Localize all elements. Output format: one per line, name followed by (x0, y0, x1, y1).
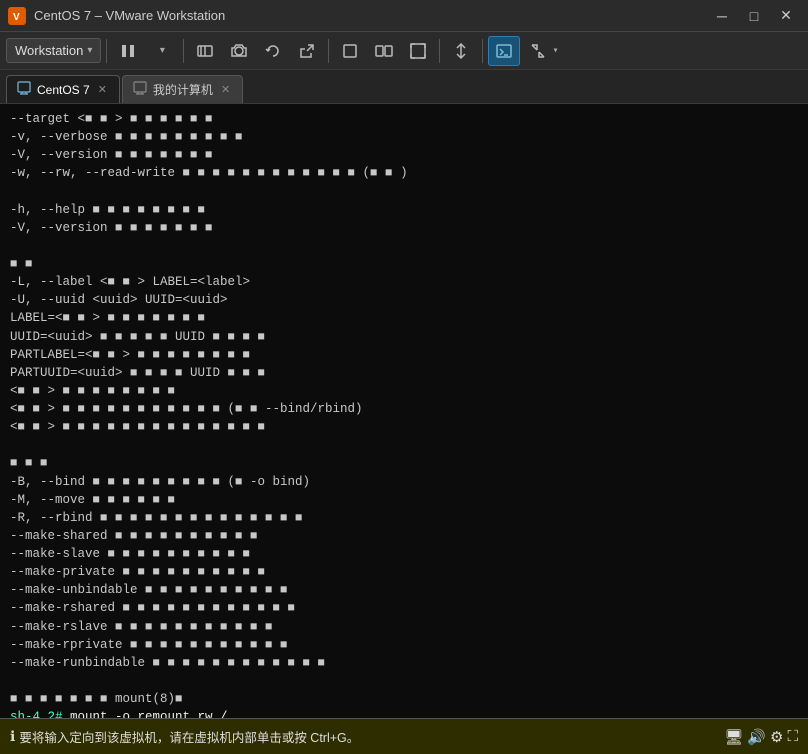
usb-icon[interactable]: ⚙ (770, 728, 783, 746)
toolbar-separator-1 (106, 39, 107, 63)
tab-centos7-close[interactable]: ✕ (96, 82, 109, 97)
terminal-line: --make-slave ■ ■ ■ ■ ■ ■ ■ ■ ■ ■ (10, 545, 798, 563)
stretch-guest-button[interactable] (445, 36, 477, 66)
send-ctrl-alt-del-button[interactable] (189, 36, 221, 66)
terminal-line: --make-rprivate ■ ■ ■ ■ ■ ■ ■ ■ ■ ■ ■ (10, 636, 798, 654)
network-icon[interactable]: 🖥 (724, 728, 743, 746)
pause-button[interactable] (112, 36, 144, 66)
terminal-line: --make-shared ■ ■ ■ ■ ■ ■ ■ ■ ■ ■ (10, 527, 798, 545)
fullscreen-icon[interactable]: ⛶ (787, 728, 798, 745)
terminal-line (10, 672, 798, 690)
terminal-line: -U, --uuid <uuid> UUID=<uuid> (10, 291, 798, 309)
terminal-line: ■ ■ ■ ■ ■ ■ ■ mount(8)■ (10, 690, 798, 708)
single-window-button[interactable] (334, 36, 366, 66)
pause-dropdown-button[interactable]: ▾ (146, 36, 178, 66)
toolbar-separator-5 (482, 39, 483, 63)
tab-mycomputer-close[interactable]: ✕ (219, 82, 232, 97)
cmd-terminal-button[interactable] (488, 36, 520, 66)
vm-icon (17, 81, 31, 98)
window-title: CentOS 7 – VMware Workstation (34, 8, 700, 23)
terminal-area[interactable]: --target <■ ■ > ■ ■ ■ ■ ■ ■-v, --verbose… (0, 104, 808, 718)
terminal-line: --make-unbindable ■ ■ ■ ■ ■ ■ ■ ■ ■ ■ (10, 581, 798, 599)
terminal-line: ■ ■ (10, 255, 798, 273)
terminal-line: UUID=<uuid> ■ ■ ■ ■ ■ UUID ■ ■ ■ ■ (10, 328, 798, 346)
terminal-line: --make-rshared ■ ■ ■ ■ ■ ■ ■ ■ ■ ■ ■ ■ (10, 599, 798, 617)
tab-mycomputer-label: 我的计算机 (153, 81, 213, 98)
terminal-line: <■ ■ > ■ ■ ■ ■ ■ ■ ■ ■ ■ ■ ■ ■ ■ ■ (10, 418, 798, 436)
window-controls: ─ □ ✕ (708, 5, 800, 27)
terminal-line: -L, --label <■ ■ > LABEL=<label> (10, 273, 798, 291)
revert-snapshot-button[interactable] (257, 36, 289, 66)
tab-centos7-label: CentOS 7 (37, 83, 90, 97)
terminal-line: <■ ■ > ■ ■ ■ ■ ■ ■ ■ ■ ■ ■ ■ (■ ■ --bind… (10, 400, 798, 418)
terminal-line: --make-private ■ ■ ■ ■ ■ ■ ■ ■ ■ ■ (10, 563, 798, 581)
dropdown-arrow-icon: ▾ (87, 45, 92, 56)
statusbar: ℹ 要将输入定向到该虚拟机，请在虚拟机内部单击或按 Ctrl+G。 🖥 🔊 ⚙ … (0, 718, 808, 754)
toolbar-separator-3 (328, 39, 329, 63)
terminal-line: <■ ■ > ■ ■ ■ ■ ■ ■ ■ ■ (10, 382, 798, 400)
app-icon: V (8, 7, 26, 25)
terminal-line: -h, --help ■ ■ ■ ■ ■ ■ ■ ■ (10, 201, 798, 219)
status-message: 要将输入定向到该虚拟机，请在虚拟机内部单击或按 Ctrl+G。 (19, 727, 720, 746)
info-icon: ℹ (10, 728, 15, 745)
terminal-line: PARTUUID=<uuid> ■ ■ ■ ■ UUID ■ ■ ■ (10, 364, 798, 382)
snapshot-button[interactable] (223, 36, 255, 66)
terminal-line: LABEL=<■ ■ > ■ ■ ■ ■ ■ ■ ■ (10, 309, 798, 327)
terminal-line: -w, --rw, --read-write ■ ■ ■ ■ ■ ■ ■ ■ ■… (10, 164, 798, 182)
dual-window-button[interactable] (368, 36, 400, 66)
terminal-line: --make-runbindable ■ ■ ■ ■ ■ ■ ■ ■ ■ ■ ■… (10, 654, 798, 672)
terminal-line: -V, --version ■ ■ ■ ■ ■ ■ ■ (10, 219, 798, 237)
close-button[interactable]: ✕ (772, 5, 800, 27)
full-screen-button[interactable] (402, 36, 434, 66)
menubar: Workstation ▾ ▾ (0, 32, 808, 70)
terminal-line: --make-rslave ■ ■ ■ ■ ■ ■ ■ ■ ■ ■ ■ (10, 618, 798, 636)
terminal-line: sh-4.2# mount -o remount,rw / (10, 708, 798, 718)
tabbar: CentOS 7 ✕ 我的计算机 ✕ (0, 70, 808, 104)
terminal-line: ■ ■ ■ (10, 454, 798, 472)
send-files-button[interactable] (291, 36, 323, 66)
toolbar-separator-2 (183, 39, 184, 63)
terminal-line: PARTLABEL=<■ ■ > ■ ■ ■ ■ ■ ■ ■ ■ (10, 346, 798, 364)
workstation-menu[interactable]: Workstation ▾ (6, 38, 101, 63)
terminal-line: --target <■ ■ > ■ ■ ■ ■ ■ ■ (10, 110, 798, 128)
view-expand-button[interactable] (522, 36, 554, 66)
maximize-button[interactable]: □ (740, 5, 768, 27)
terminal-line: -M, --move ■ ■ ■ ■ ■ ■ (10, 491, 798, 509)
minimize-button[interactable]: ─ (708, 5, 736, 27)
titlebar: V CentOS 7 – VMware Workstation ─ □ ✕ (0, 0, 808, 32)
terminal-line (10, 183, 798, 201)
terminal-line: -v, --verbose ■ ■ ■ ■ ■ ■ ■ ■ ■ (10, 128, 798, 146)
terminal-line (10, 436, 798, 454)
svg-text:V: V (13, 12, 20, 23)
terminal-line: -V, --version ■ ■ ■ ■ ■ ■ ■ (10, 146, 798, 164)
tab-mycomputer[interactable]: 我的计算机 ✕ (122, 75, 243, 103)
tab-centos7[interactable]: CentOS 7 ✕ (6, 75, 120, 103)
terminal-line: -R, --rbind ■ ■ ■ ■ ■ ■ ■ ■ ■ ■ ■ ■ ■ ■ (10, 509, 798, 527)
toolbar-separator-4 (439, 39, 440, 63)
audio-icon[interactable]: 🔊 (747, 728, 766, 746)
terminal-line (10, 237, 798, 255)
terminal-line: -B, --bind ■ ■ ■ ■ ■ ■ ■ ■ ■ (■ -o bind) (10, 473, 798, 491)
computer-icon (133, 81, 147, 98)
